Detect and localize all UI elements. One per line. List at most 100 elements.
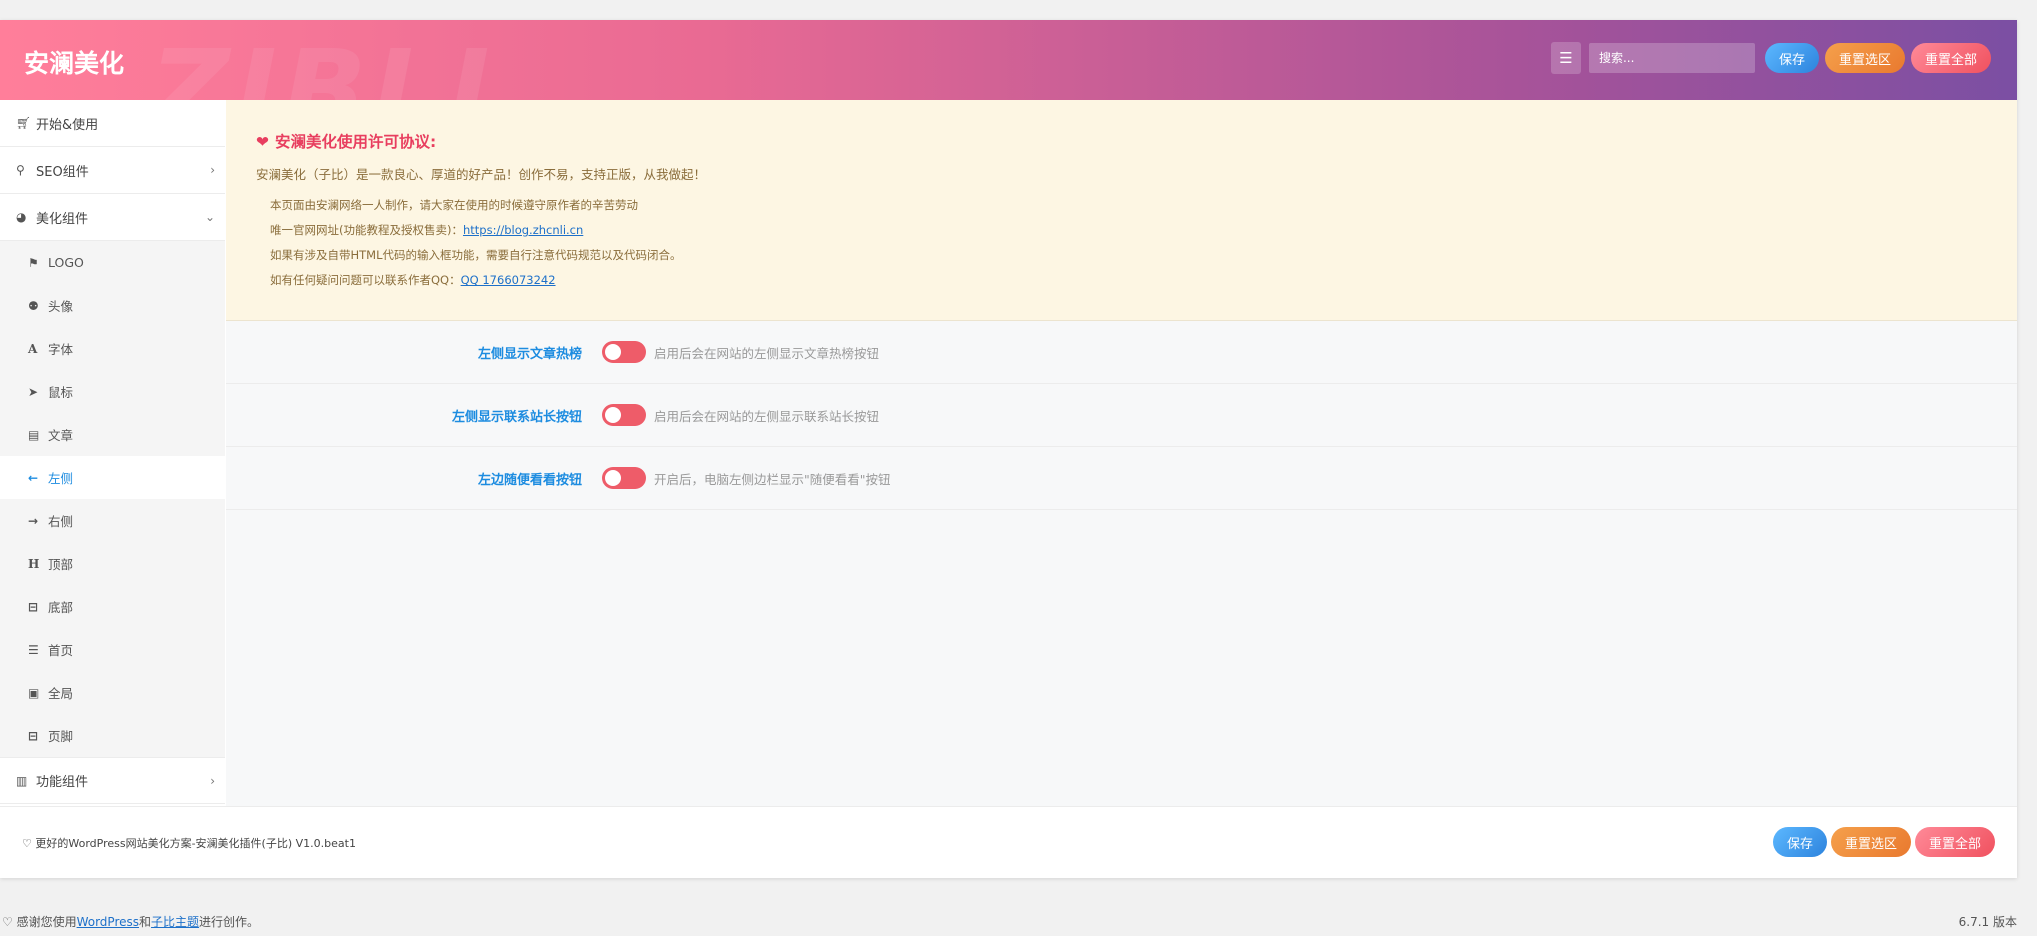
sidebar-item-cursor[interactable]: ➤ 鼠标	[0, 370, 225, 413]
sidebar-item-seo[interactable]: ⚲ SEO组件 ›	[0, 147, 225, 194]
option-row: 左侧显示联系站长按钮 启用后会在网站的左侧显示联系站长按钮	[226, 384, 2017, 447]
dashboard-icon: ◕	[16, 210, 27, 224]
panel-footer: ♡ 更好的WordPress网站美化方案-安澜美化插件(子比) V1.0.bea…	[0, 806, 2017, 878]
sidebar-item-article[interactable]: ▤ 文章	[0, 413, 225, 456]
author-qq-link[interactable]: QQ 1766073242	[461, 273, 556, 287]
font-icon: A	[28, 341, 38, 356]
sidebar-item-home[interactable]: ☰ 首页	[0, 628, 225, 671]
toggle-knob	[605, 470, 621, 486]
sidebar-submenu: ⚑ LOGO ⚉ 头像 A 字体 ➤ 鼠标 ▤ 文章 ← 左侧 → 右侧 H 顶…	[0, 241, 225, 757]
arrow-right-icon: →	[28, 513, 39, 528]
toggle-knob	[605, 344, 621, 360]
sidebar-item-bottom[interactable]: ⊟ 底部	[0, 585, 225, 628]
user-icon: ⚉	[28, 298, 39, 313]
sidebar-item-label: 文章	[48, 428, 74, 443]
footer-toolbar: 保存 重置选区 重置全部	[1772, 827, 1995, 857]
toggle-switch[interactable]	[602, 341, 646, 363]
reset-section-button[interactable]: 重置选区	[1824, 43, 1905, 73]
chevron-down-icon: ⌄	[204, 210, 215, 224]
footer-note: ♡ 更好的WordPress网站美化方案-安澜美化插件(子比) V1.0.bea…	[22, 837, 356, 850]
credit-text: 进行创作。	[199, 915, 260, 929]
sidebar-item-top[interactable]: H 顶部	[0, 542, 225, 585]
option-description: 启用后会在网站的左侧显示联系站长按钮	[654, 408, 880, 424]
sidebar-item-label: 头像	[48, 299, 74, 314]
save-button[interactable]: 保存	[1764, 43, 1819, 73]
sidebar-item-label: 顶部	[48, 557, 74, 572]
search-icon: ⚲	[16, 163, 25, 177]
search-input[interactable]	[1588, 43, 1755, 73]
list-icon: ☰	[1559, 49, 1573, 67]
sidebar-item-label: 功能组件	[36, 775, 89, 790]
wp-footer-credit: ♡ 感谢您使用WordPress和子比主题进行创作。	[2, 913, 259, 930]
option-label: 左侧显示联系站长按钮	[451, 409, 582, 425]
sidebar-item-left[interactable]: ← 左侧	[0, 456, 225, 499]
notice-line-text: 唯一官网网址(功能教程及授权售卖)：	[270, 223, 463, 237]
toggle-switch[interactable]	[602, 467, 646, 489]
option-label: 左侧显示文章热榜	[477, 346, 582, 362]
cart-icon: 🛒︎	[16, 116, 32, 130]
reset-all-button[interactable]: 重置全部	[1914, 827, 1995, 857]
brand-title: 安澜美化	[24, 49, 125, 78]
brand-watermark: ZIBLL	[150, 26, 525, 100]
sidebar-item-font[interactable]: A 字体	[0, 327, 225, 370]
sidebar-item-start[interactable]: 🛒︎ 开始&使用	[0, 100, 225, 147]
notice-line: 本页面由安澜网络一人制作，请大家在使用的时候遵守原作者的辛苦劳动	[270, 198, 638, 212]
sidebar-item-label: 底部	[48, 600, 74, 615]
chevron-right-icon: ›	[210, 773, 215, 788]
sidebar-item-label: 页脚	[48, 729, 74, 744]
wp-version: 6.7.1 版本	[1958, 915, 2017, 929]
flag-icon: ⚑	[28, 255, 39, 270]
sidebar-item-label: 开始&使用	[36, 117, 99, 133]
main-content: ❤ 安澜美化使用许可协议: 安澜美化（子比）是一款良心、厚道的好产品！创作不易，支…	[226, 100, 2017, 806]
arrow-left-icon: ←	[28, 470, 39, 485]
sidebar-item-label: 字体	[48, 342, 74, 357]
sidebar-item-label: 美化组件	[36, 211, 89, 227]
option-description: 开启后，电脑左侧边栏显示"随便看看"按钮	[654, 471, 891, 487]
sidebar: 🛒︎ 开始&使用 ⚲ SEO组件 › ◕ 美化组件 ⌄ ⚑ LOGO ⚉ 头像 …	[0, 100, 225, 806]
image-icon: ▣	[28, 685, 40, 700]
list-icon: ☰	[28, 642, 39, 657]
header-toolbar: ☰ 保存 重置选区 重置全部	[1550, 42, 1991, 74]
notice-title-text: 安澜美化使用许可协议:	[275, 133, 437, 151]
options-panel: ZIBLL 安澜美化 ☰ 保存 重置选区 重置全部 🛒︎ 开始&使用 ⚲ SEO…	[0, 20, 2017, 878]
sidebar-item-label: 右侧	[48, 514, 74, 529]
minus-square-icon: ⊟	[28, 728, 39, 743]
sidebar-item-label: 鼠标	[48, 385, 74, 400]
heart-icon: ❤	[256, 133, 269, 151]
option-description: 启用后会在网站的左侧显示文章热榜按钮	[654, 345, 880, 361]
sidebar-item-global[interactable]: ▣ 全局	[0, 671, 225, 714]
sidebar-item-label: SEO组件	[36, 164, 89, 180]
expand-all-button[interactable]: ☰	[1550, 42, 1581, 74]
notice-line-text: 如有任何疑问问题可以联系作者QQ：	[270, 273, 461, 287]
header-bar: ZIBLL 安澜美化 ☰ 保存 重置选区 重置全部	[0, 20, 2017, 100]
sidebar-item-label: 全局	[48, 686, 74, 701]
toggle-switch[interactable]	[602, 404, 646, 426]
sidebar-item-right[interactable]: → 右侧	[0, 499, 225, 542]
option-label: 左边随便看看按钮	[477, 472, 582, 488]
building-icon: ▥	[16, 773, 28, 788]
notice-line: 如有任何疑问问题可以联系作者QQ：QQ 1766073242	[270, 272, 1987, 288]
sidebar-item-features[interactable]: ▥ 功能组件 ›	[0, 757, 225, 804]
sidebar-item-logo[interactable]: ⚑ LOGO	[0, 241, 225, 284]
cursor-icon: ➤	[28, 384, 39, 399]
official-site-link[interactable]: https://blog.zhcnli.cn	[463, 223, 583, 237]
notice-line: 唯一官网网址(功能教程及授权售卖)：https://blog.zhcnli.cn	[270, 222, 1987, 238]
license-notice: ❤ 安澜美化使用许可协议: 安澜美化（子比）是一款良心、厚道的好产品！创作不易，支…	[226, 100, 2017, 321]
sidebar-item-label: 左侧	[48, 471, 74, 486]
reset-section-button[interactable]: 重置选区	[1830, 827, 1911, 857]
reset-all-button[interactable]: 重置全部	[1910, 43, 1991, 73]
zibll-theme-link[interactable]: 子比主题	[151, 915, 199, 929]
heading-icon: H	[28, 556, 40, 571]
notice-line: 如果有涉及自带HTML代码的输入框功能，需要自行注意代码规范以及代码闭合。	[270, 248, 682, 262]
sidebar-item-footer[interactable]: ⊟ 页脚	[0, 714, 225, 757]
sidebar-item-avatar[interactable]: ⚉ 头像	[0, 284, 225, 327]
toggle-knob	[605, 407, 621, 423]
option-row: 左边随便看看按钮 开启后，电脑左侧边栏显示"随便看看"按钮	[226, 447, 2017, 510]
sidebar-item-label: 首页	[48, 643, 74, 658]
sidebar-item-beautify[interactable]: ◕ 美化组件 ⌄	[0, 194, 225, 241]
credit-text: 和	[139, 915, 152, 929]
save-button[interactable]: 保存	[1772, 827, 1827, 857]
notice-intro: 安澜美化（子比）是一款良心、厚道的好产品！创作不易，支持正版，从我做起！	[256, 167, 707, 182]
credit-text: ♡ 感谢您使用	[2, 915, 77, 929]
wordpress-link[interactable]: WordPress	[77, 915, 139, 929]
